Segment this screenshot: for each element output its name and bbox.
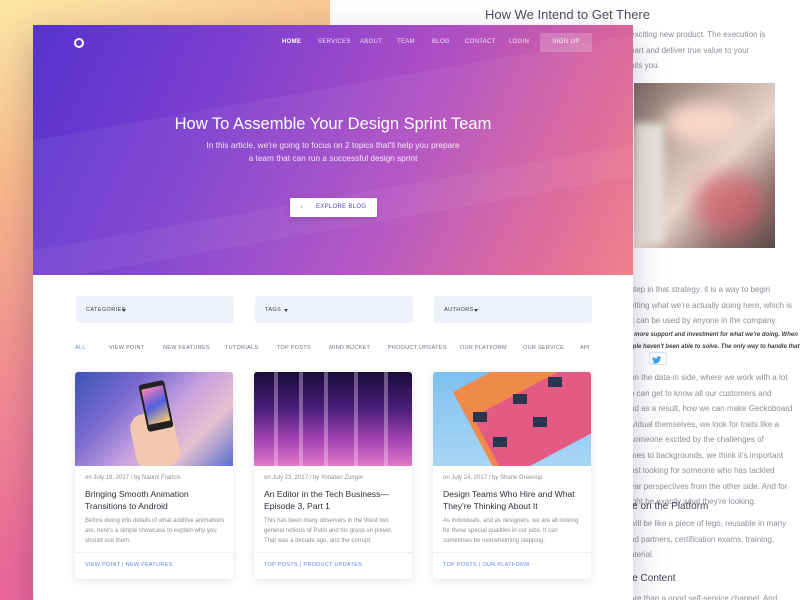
hero-subtitle: In this article, we're going to focus on… [206,140,460,163]
tab-new-features[interactable]: NEW FEATURES [163,345,210,351]
article-tags[interactable]: VIEW POINT | NEW FEATURES [85,562,173,568]
article-tags[interactable]: TOP POSTS | PRODUCT UPDATES [264,562,362,568]
twitter-icon [652,356,662,364]
background-subheading: le Content [630,573,676,584]
logo-icon[interactable] [74,38,84,48]
explore-blog-button[interactable]: › EXPLORE BLOG [290,198,377,217]
article-meta: on July 24, 2017 / by Shane Greenup [443,475,543,481]
signup-button[interactable]: SIGN UP [540,33,592,52]
caret-down-icon [474,309,478,312]
background-paragraph: ore than a good self-service channel. An… [630,594,778,600]
article-image [254,372,412,466]
background-paragraph: exciting new product. The execution is p… [630,30,766,70]
article-title[interactable]: Bringing Smooth Animation Transitions to… [85,488,225,512]
article-image [433,372,591,466]
tab-api[interactable]: API [580,345,590,351]
nav-services[interactable]: SERVICES [318,39,351,45]
blog-page: HOME SERVICES ABOUT TEAM BLOG CONTACT LO… [33,25,633,600]
nav-blog[interactable]: BLOG [432,39,450,45]
article-excerpt: Before diving into details of what addit… [85,518,225,544]
background-heading: How We Intend to Get There [485,7,650,22]
article-card[interactable]: on July 24, 2017 / by Shane Greenup Desi… [433,372,591,579]
article-meta: on July 23, 2017 / by Yonatan Zunger [264,475,364,481]
article-title[interactable]: Design Teams Who Hire and What They're T… [443,488,583,512]
article-card[interactable]: on July 23, 2017 / by Yonatan Zunger An … [254,372,412,579]
nav-contact[interactable]: CONTACT [465,39,496,45]
article-image [75,372,233,466]
nav-login[interactable]: LOGIN [509,39,529,45]
divider [254,552,412,553]
tab-tutorials[interactable]: TUTORIALS [225,345,258,351]
background-paragraph: will be like a piece of lego, reusable i… [630,519,787,559]
caret-down-icon [284,309,288,312]
article-tags[interactable]: TOP POSTS | OUR PLATFORM [443,562,529,568]
nav-team[interactable]: TEAM [397,39,415,45]
authors-dropdown[interactable]: AUTHORS [434,296,592,323]
top-navigation: HOME SERVICES ABOUT TEAM BLOG CONTACT LO… [33,25,633,65]
caret-down-icon [122,309,126,312]
article-excerpt: This has been many observers in the West… [264,518,393,544]
nav-home[interactable]: HOME [282,39,301,45]
tab-all[interactable]: ALL [75,345,86,351]
background-photo [634,83,775,248]
article-meta: on July 19, 2017 / by Naomi Francis [85,475,181,481]
tab-our-service[interactable]: OUR SERVICE [523,345,564,351]
tab-our-platform[interactable]: OUR PLATFORM [460,345,507,351]
hero-section: HOME SERVICES ABOUT TEAM BLOG CONTACT LO… [33,25,633,275]
categories-dropdown[interactable]: CATEGORIES [76,296,234,323]
twitter-share-button[interactable] [649,352,667,365]
tab-view-point[interactable]: VIEW POINT [109,345,144,351]
article-card[interactable]: on July 19, 2017 / by Naomi Francis Brin… [75,372,233,579]
tab-mind-bucket[interactable]: MIND BUCKET [329,345,370,351]
article-excerpt: As individuals, and as designers, we are… [443,518,579,544]
article-title[interactable]: An Editor in the Tech Business— Episode … [264,488,404,512]
chevron-right-icon: › [300,202,303,211]
tab-top-posts[interactable]: TOP POSTS [277,345,311,351]
tags-dropdown[interactable]: TAGS [255,296,413,323]
nav-about[interactable]: ABOUT [360,39,382,45]
tab-product-updates[interactable]: PRODUCT UPDATES [388,345,447,351]
divider [75,552,233,553]
background-subheading: le on the Platform [630,501,709,512]
background-paragraph: on the data-in side, where we work with … [630,373,793,506]
background-quote: re's more support and investment for wha… [622,332,800,362]
explore-blog-label: EXPLORE BLOG [316,204,367,210]
divider [433,552,591,553]
hero-title: How To Assemble Your Design Sprint Team [174,115,492,133]
background-paragraph: step in that strategy: it is a way to be… [630,285,793,325]
